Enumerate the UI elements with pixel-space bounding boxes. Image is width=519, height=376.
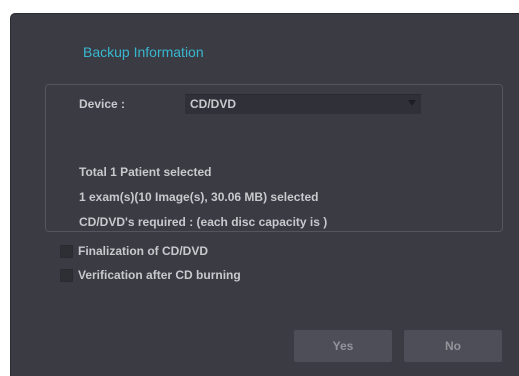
verification-checkbox[interactable]: [60, 268, 73, 282]
no-button[interactable]: No: [404, 330, 502, 362]
finalization-label: Finalization of CD/DVD: [78, 244, 208, 258]
backup-info-panel: Device : CD/DVD Total 1 Patient selected…: [45, 84, 503, 232]
verification-option[interactable]: Verification after CD burning: [60, 268, 241, 282]
dialog-title: Backup Information: [83, 44, 204, 60]
yes-button[interactable]: Yes: [294, 330, 392, 362]
discs-required-text: CD/DVD's required : (each disc capacity …: [79, 215, 328, 229]
backup-dialog: Backup Information Device : CD/DVD Total…: [10, 13, 519, 376]
finalization-checkbox[interactable]: [60, 244, 73, 258]
chevron-down-icon: [407, 99, 417, 109]
patients-selected-text: Total 1 Patient selected: [79, 165, 212, 179]
verification-label: Verification after CD burning: [78, 268, 241, 282]
exams-selected-text: 1 exam(s)(10 Image(s), 30.06 MB) selecte…: [79, 190, 319, 204]
finalization-option[interactable]: Finalization of CD/DVD: [60, 244, 208, 258]
device-select-value: CD/DVD: [190, 97, 237, 111]
device-label: Device :: [79, 97, 126, 111]
device-select[interactable]: CD/DVD: [185, 94, 421, 114]
